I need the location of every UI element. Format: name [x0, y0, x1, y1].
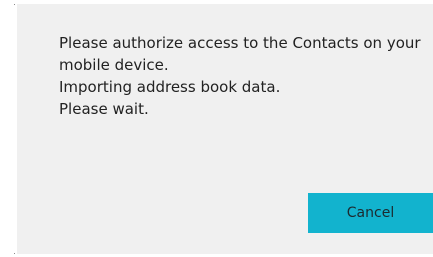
corner-marker-top: [14, 4, 15, 5]
authorization-dialog: Please authorize access to the Contacts …: [17, 4, 433, 254]
cancel-button[interactable]: Cancel: [308, 193, 433, 233]
message-line: mobile device.: [59, 56, 169, 74]
dialog-message: Please authorize access to the Contacts …: [59, 32, 429, 120]
message-line: Importing address book data.: [59, 78, 281, 96]
message-line: Please wait.: [59, 100, 149, 118]
message-line: Please authorize access to the Contacts …: [59, 34, 421, 52]
corner-marker-bottom: [14, 253, 15, 254]
